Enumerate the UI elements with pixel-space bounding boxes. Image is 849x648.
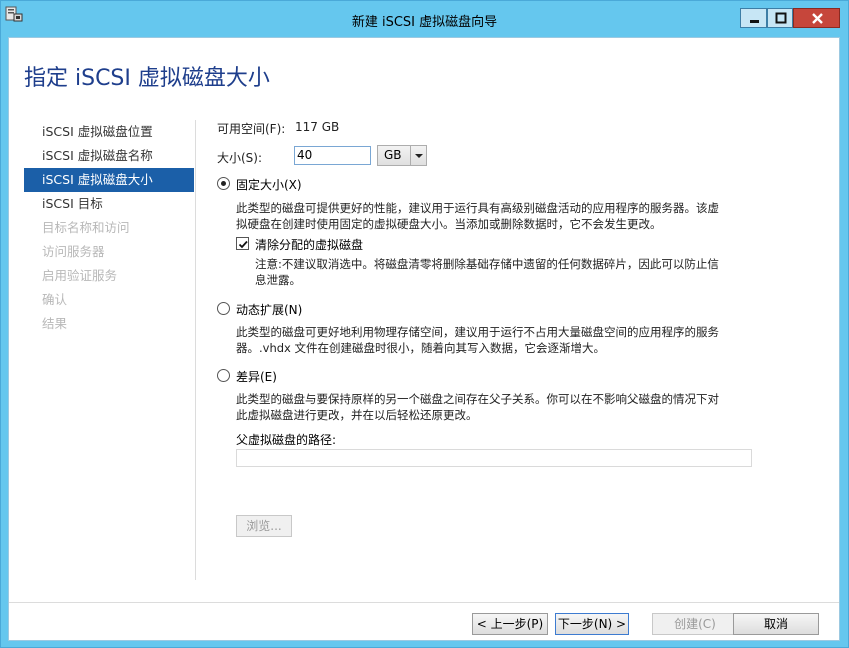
dynamic-desc-line-1: 此类型的磁盘可更好地利用物理存储空间，建议用于运行不占用大量磁盘空间的应用程序的…: [236, 325, 719, 339]
wizard-nav: iSCSI 虚拟磁盘位置 iSCSI 虚拟磁盘名称 iSCSI 虚拟磁盘大小 iSCS…: [24, 120, 194, 336]
minimize-icon: [750, 20, 759, 23]
page-title: 指定 iSCSI 虚拟磁盘大小: [24, 66, 270, 91]
fixed-size-description: 此类型的磁盘可提供更好的性能，建议用于运行具有高级别磁盘活动的应用程序的服务器。…: [236, 200, 756, 232]
nav-item[interactable]: iSCSI 虚拟磁盘名称: [24, 144, 194, 168]
create-button[interactable]: 创建(C): [652, 613, 738, 635]
maximize-button[interactable]: [767, 8, 793, 28]
title-bar[interactable]: 新建 iSCSI 虚拟磁盘向导: [1, 1, 848, 37]
parent-path-input[interactable]: [236, 449, 752, 467]
nav-item[interactable]: iSCSI 虚拟磁盘大小: [24, 168, 194, 192]
nav-item: 结果: [42, 316, 68, 331]
nav-item: 访问服务器: [42, 244, 105, 259]
dynamic-label[interactable]: 动态扩展(N): [236, 301, 302, 318]
fixed-desc-line-2: 拟硬盘在创建时使用固定的虚拟硬盘大小。当添加或删除数据时，它不会发生更改。: [236, 217, 662, 231]
fixed-desc-line-1: 此类型的磁盘可提供更好的性能，建议用于运行具有高级别磁盘活动的应用程序的服务器。…: [236, 201, 719, 215]
close-button[interactable]: [793, 8, 840, 28]
fixed-size-label[interactable]: 固定大小(X): [236, 176, 302, 193]
dynamic-desc-line-2: 器。.vhdx 文件在创建磁盘时很小，随着向其写入数据，它会逐渐增大。: [236, 341, 606, 355]
size-label: 大小(S):: [217, 151, 263, 165]
maximize-icon: [775, 12, 787, 24]
nav-item: 启用验证服务: [42, 268, 118, 283]
footer-divider: [9, 602, 839, 603]
previous-button[interactable]: < 上一步(P): [472, 613, 548, 635]
differencing-desc-line-2: 此虚拟磁盘进行更改，并在以后轻松还原更改。: [236, 408, 478, 422]
unit-select[interactable]: GB: [377, 145, 427, 166]
differencing-label[interactable]: 差异(E): [236, 368, 277, 385]
dynamic-description: 此类型的磁盘可更好地利用物理存储空间，建议用于运行不占用大量磁盘空间的应用程序的…: [236, 324, 756, 356]
checkmark-icon: [238, 240, 248, 249]
clear-disk-checkbox[interactable]: [236, 237, 249, 250]
dropdown-arrow-icon: [410, 146, 426, 165]
unit-select-value: GB: [384, 148, 402, 162]
clear-disk-note: 注意:不建议取消选中。将磁盘清零将删除基础存储中遗留的任何数据碎片，因此可以防止…: [255, 256, 755, 288]
close-icon: [812, 13, 823, 24]
clear-disk-label[interactable]: 清除分配的虚拟磁盘: [255, 236, 363, 253]
minimize-button[interactable]: [740, 8, 767, 28]
nav-item: 目标名称和访问: [42, 220, 130, 235]
wizard-client: 指定 iSCSI 虚拟磁盘大小 iSCSI 虚拟磁盘位置 iSCSI 虚拟磁盘名称…: [8, 37, 840, 641]
fixed-size-radio[interactable]: [217, 177, 230, 190]
dynamic-radio[interactable]: [217, 302, 230, 315]
cancel-button[interactable]: 取消: [733, 613, 819, 635]
next-button[interactable]: 下一步(N) >: [555, 613, 629, 635]
differencing-desc-line-1: 此类型的磁盘与要保持原样的另一个磁盘之间存在父子关系。你可以在不影响父磁盘的情况…: [236, 392, 719, 406]
nav-divider: [195, 120, 196, 580]
clear-note-line-2: 息泄露。: [255, 273, 301, 287]
nav-item: 确认: [42, 292, 68, 307]
size-input[interactable]: 40: [294, 146, 371, 165]
differencing-description: 此类型的磁盘与要保持原样的另一个磁盘之间存在父子关系。你可以在不影响父磁盘的情况…: [236, 391, 756, 423]
nav-item[interactable]: iSCSI 目标: [24, 192, 194, 216]
free-space-value: 117 GB: [295, 120, 340, 134]
browse-button[interactable]: 浏览...: [236, 515, 292, 537]
clear-note-line-1: 注意:不建议取消选中。将磁盘清零将删除基础存储中遗留的任何数据碎片，因此可以防止…: [255, 257, 719, 271]
window-title: 新建 iSCSI 虚拟磁盘向导: [351, 15, 498, 30]
parent-path-label: 父虚拟磁盘的路径:: [236, 433, 337, 447]
wizard-window: 新建 iSCSI 虚拟磁盘向导 指定 iSCSI 虚拟磁盘大小 iSCSI 虚拟…: [0, 0, 849, 648]
nav-item[interactable]: iSCSI 虚拟磁盘位置: [24, 120, 194, 144]
free-space-label: 可用空间(F):: [217, 122, 286, 136]
differencing-radio[interactable]: [217, 369, 230, 382]
